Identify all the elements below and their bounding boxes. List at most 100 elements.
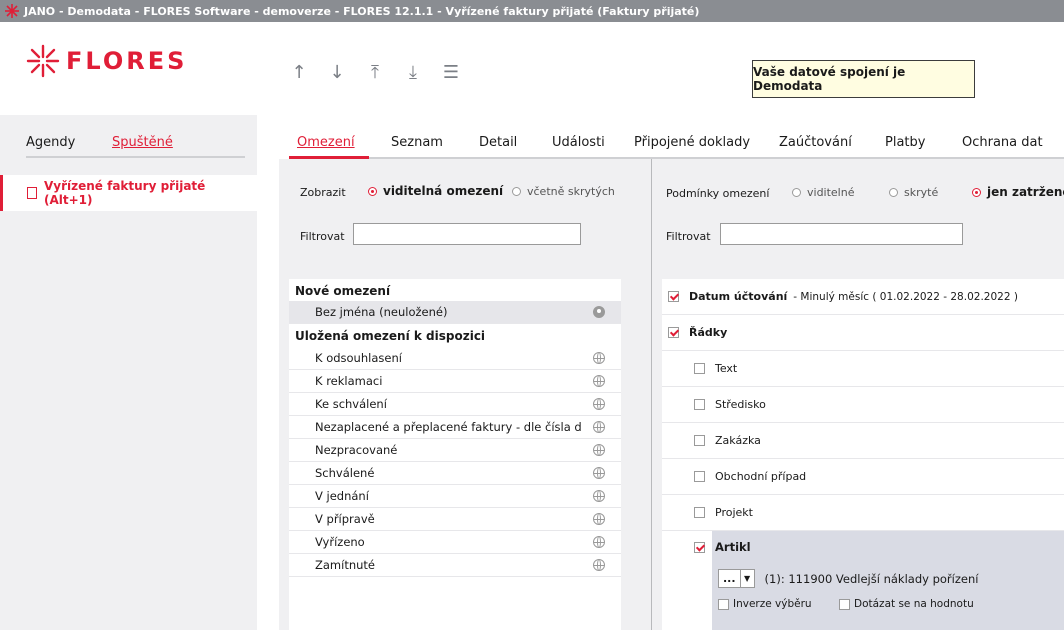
globe-icon <box>593 559 605 571</box>
tab-pripojene-doklady[interactable]: Připojené doklady <box>634 135 750 150</box>
restriction-list: Nové omezení Bez jména (neuložené) Ulože… <box>289 279 621 630</box>
list-item-label: Vyřízeno <box>315 535 365 549</box>
checkbox[interactable] <box>668 327 679 338</box>
radio-include-hidden[interactable]: včetně skrytých <box>512 185 615 198</box>
list-item[interactable]: Schválené <box>289 462 621 485</box>
condition-label: Řádky <box>689 326 728 339</box>
tab-udalosti[interactable]: Události <box>552 135 605 150</box>
radio-conditions-hidden[interactable]: skryté <box>889 186 938 199</box>
condition-radky[interactable]: Řádky <box>662 315 1064 351</box>
connection-text: Vaše datové spojení je Demodata <box>753 65 906 93</box>
zobrazit-row: Zobrazit <box>300 186 346 199</box>
list-item-label: Nezpracované <box>315 443 398 457</box>
globe-icon <box>593 398 605 410</box>
radio-label: jen zatržené <box>987 185 1064 199</box>
radio-label: skryté <box>904 186 939 199</box>
condition-projekt[interactable]: Projekt <box>662 495 1064 531</box>
radio-button[interactable] <box>972 187 981 197</box>
list-item-label: Zamítnuté <box>315 558 375 572</box>
checkbox[interactable] <box>694 471 705 482</box>
list-item-label: Bez jména (neuložené) <box>315 305 448 319</box>
condition-obchodni-pripad[interactable]: Obchodní případ <box>662 459 1064 495</box>
list-item-label: V přípravě <box>315 512 375 526</box>
list-item[interactable]: K odsouhlasení <box>289 347 621 370</box>
arrow-bottom-icon[interactable]: ⤓ <box>404 62 422 83</box>
inverze-label: Inverze výběru <box>733 598 812 610</box>
checkbox[interactable] <box>694 507 705 518</box>
list-item-label: Ke schválení <box>315 397 387 411</box>
combo-value: ... <box>723 572 736 585</box>
arrow-down-icon[interactable]: ↓ <box>328 62 346 83</box>
tab-ochrana-dat[interactable]: Ochrana dat <box>962 135 1043 150</box>
tab-zauctovani[interactable]: Zaúčtování <box>779 135 852 150</box>
flores-logo-icon <box>26 44 60 78</box>
dotazat-label: Dotázat se na hodnotu <box>854 598 974 610</box>
condition-datum-uctovani[interactable]: Datum účtování - Minulý měsíc ( 01.02.20… <box>662 279 1064 315</box>
tab-platby[interactable]: Platby <box>885 135 925 150</box>
condition-stredisko[interactable]: Středisko <box>662 387 1064 423</box>
user-icon <box>593 306 605 318</box>
tab-detail[interactable]: Detail <box>479 135 517 150</box>
arrow-up-icon[interactable]: ↑ <box>290 62 308 83</box>
filter-label: Filtrovat <box>666 230 711 243</box>
checkbox[interactable] <box>839 598 850 610</box>
list-item[interactable]: Nezpracované <box>289 439 621 462</box>
radio-button[interactable] <box>889 188 898 197</box>
filter-row: Filtrovat <box>300 230 345 243</box>
list-header-saved: Uložená omezení k dispozici <box>295 328 486 343</box>
pane-splitter[interactable] <box>257 115 279 630</box>
condition-label: Datum účtování <box>689 290 788 303</box>
radio-conditions-checked-only[interactable]: jen zatržené <box>972 185 1064 199</box>
condition-label: Obchodní případ <box>715 470 807 483</box>
list-item[interactable]: K reklamaci <box>289 370 621 393</box>
globe-icon <box>593 444 605 456</box>
condition-text[interactable]: Text <box>662 351 1064 387</box>
radio-button[interactable] <box>368 186 377 196</box>
arrow-top-icon[interactable]: ⤒ <box>366 62 384 83</box>
checkbox[interactable] <box>718 598 729 610</box>
conditions-filter-input[interactable] <box>720 223 963 245</box>
list-header-new: Nové omezení <box>295 283 391 298</box>
tab-spustene[interactable]: Spuštěné <box>112 135 173 150</box>
condition-zakazka[interactable]: Zakázka <box>662 423 1064 459</box>
list-item[interactable]: Nezaplacené a přeplacené faktury - dle č… <box>289 416 621 439</box>
inverze-checkbox-row[interactable]: Inverze výběru <box>718 598 812 610</box>
window-titlebar: JANO - Demodata - FLORES Software - demo… <box>0 0 1064 22</box>
left-tabs: Agendy Spuštěné <box>0 115 257 159</box>
menu-icon[interactable]: ☰ <box>442 62 460 83</box>
left-tabs-divider <box>26 156 245 158</box>
checkbox[interactable] <box>694 541 705 553</box>
tab-omezeni[interactable]: Omezení <box>297 135 355 150</box>
globe-icon <box>593 536 605 548</box>
checkbox[interactable] <box>694 363 705 374</box>
left-item-label: Vyřízené faktury přijaté (Alt+1) <box>43 179 206 207</box>
filter-input[interactable] <box>353 223 581 245</box>
globe-icon <box>593 375 605 387</box>
list-item-label: K reklamaci <box>315 374 383 388</box>
radio-button[interactable] <box>792 188 801 197</box>
radio-visible-restrictions[interactable]: viditelná omezení <box>368 184 503 198</box>
condition-artikl[interactable]: Artikl <box>694 540 751 554</box>
list-item[interactable]: V jednání <box>289 485 621 508</box>
artikl-operator-dropdown[interactable]: ... ▼ <box>718 569 755 588</box>
flores-logo-text: FLORES <box>66 47 188 75</box>
checkbox[interactable] <box>694 399 705 410</box>
radio-button[interactable] <box>512 187 521 196</box>
list-item[interactable]: Vyřízeno <box>289 531 621 554</box>
checkbox[interactable] <box>668 291 679 302</box>
dotazat-checkbox-row[interactable]: Dotázat se na hodnotu <box>839 598 974 610</box>
conditions-list: Datum účtování - Minulý měsíc ( 01.02.20… <box>662 279 1064 630</box>
conditions-pane: Podmínky omezení viditelné skryté jen za… <box>651 159 1064 630</box>
list-item-label: Schválené <box>315 466 375 480</box>
conditions-label-row: Podmínky omezení <box>666 187 769 200</box>
radio-conditions-visible[interactable]: viditelné <box>792 186 854 199</box>
left-item-vyrizene-faktury[interactable]: Vyřízené faktury přijaté (Alt+1) <box>0 175 257 211</box>
checkbox[interactable] <box>694 435 705 446</box>
list-item[interactable]: V přípravě <box>289 508 621 531</box>
list-item[interactable]: Ke schválení <box>289 393 621 416</box>
tab-seznam[interactable]: Seznam <box>391 135 443 150</box>
tab-agendy[interactable]: Agendy <box>26 135 75 150</box>
list-item-unsaved[interactable]: Bez jména (neuložené) <box>289 301 621 324</box>
globe-icon <box>593 421 605 433</box>
list-item[interactable]: Zamítnuté <box>289 554 621 577</box>
